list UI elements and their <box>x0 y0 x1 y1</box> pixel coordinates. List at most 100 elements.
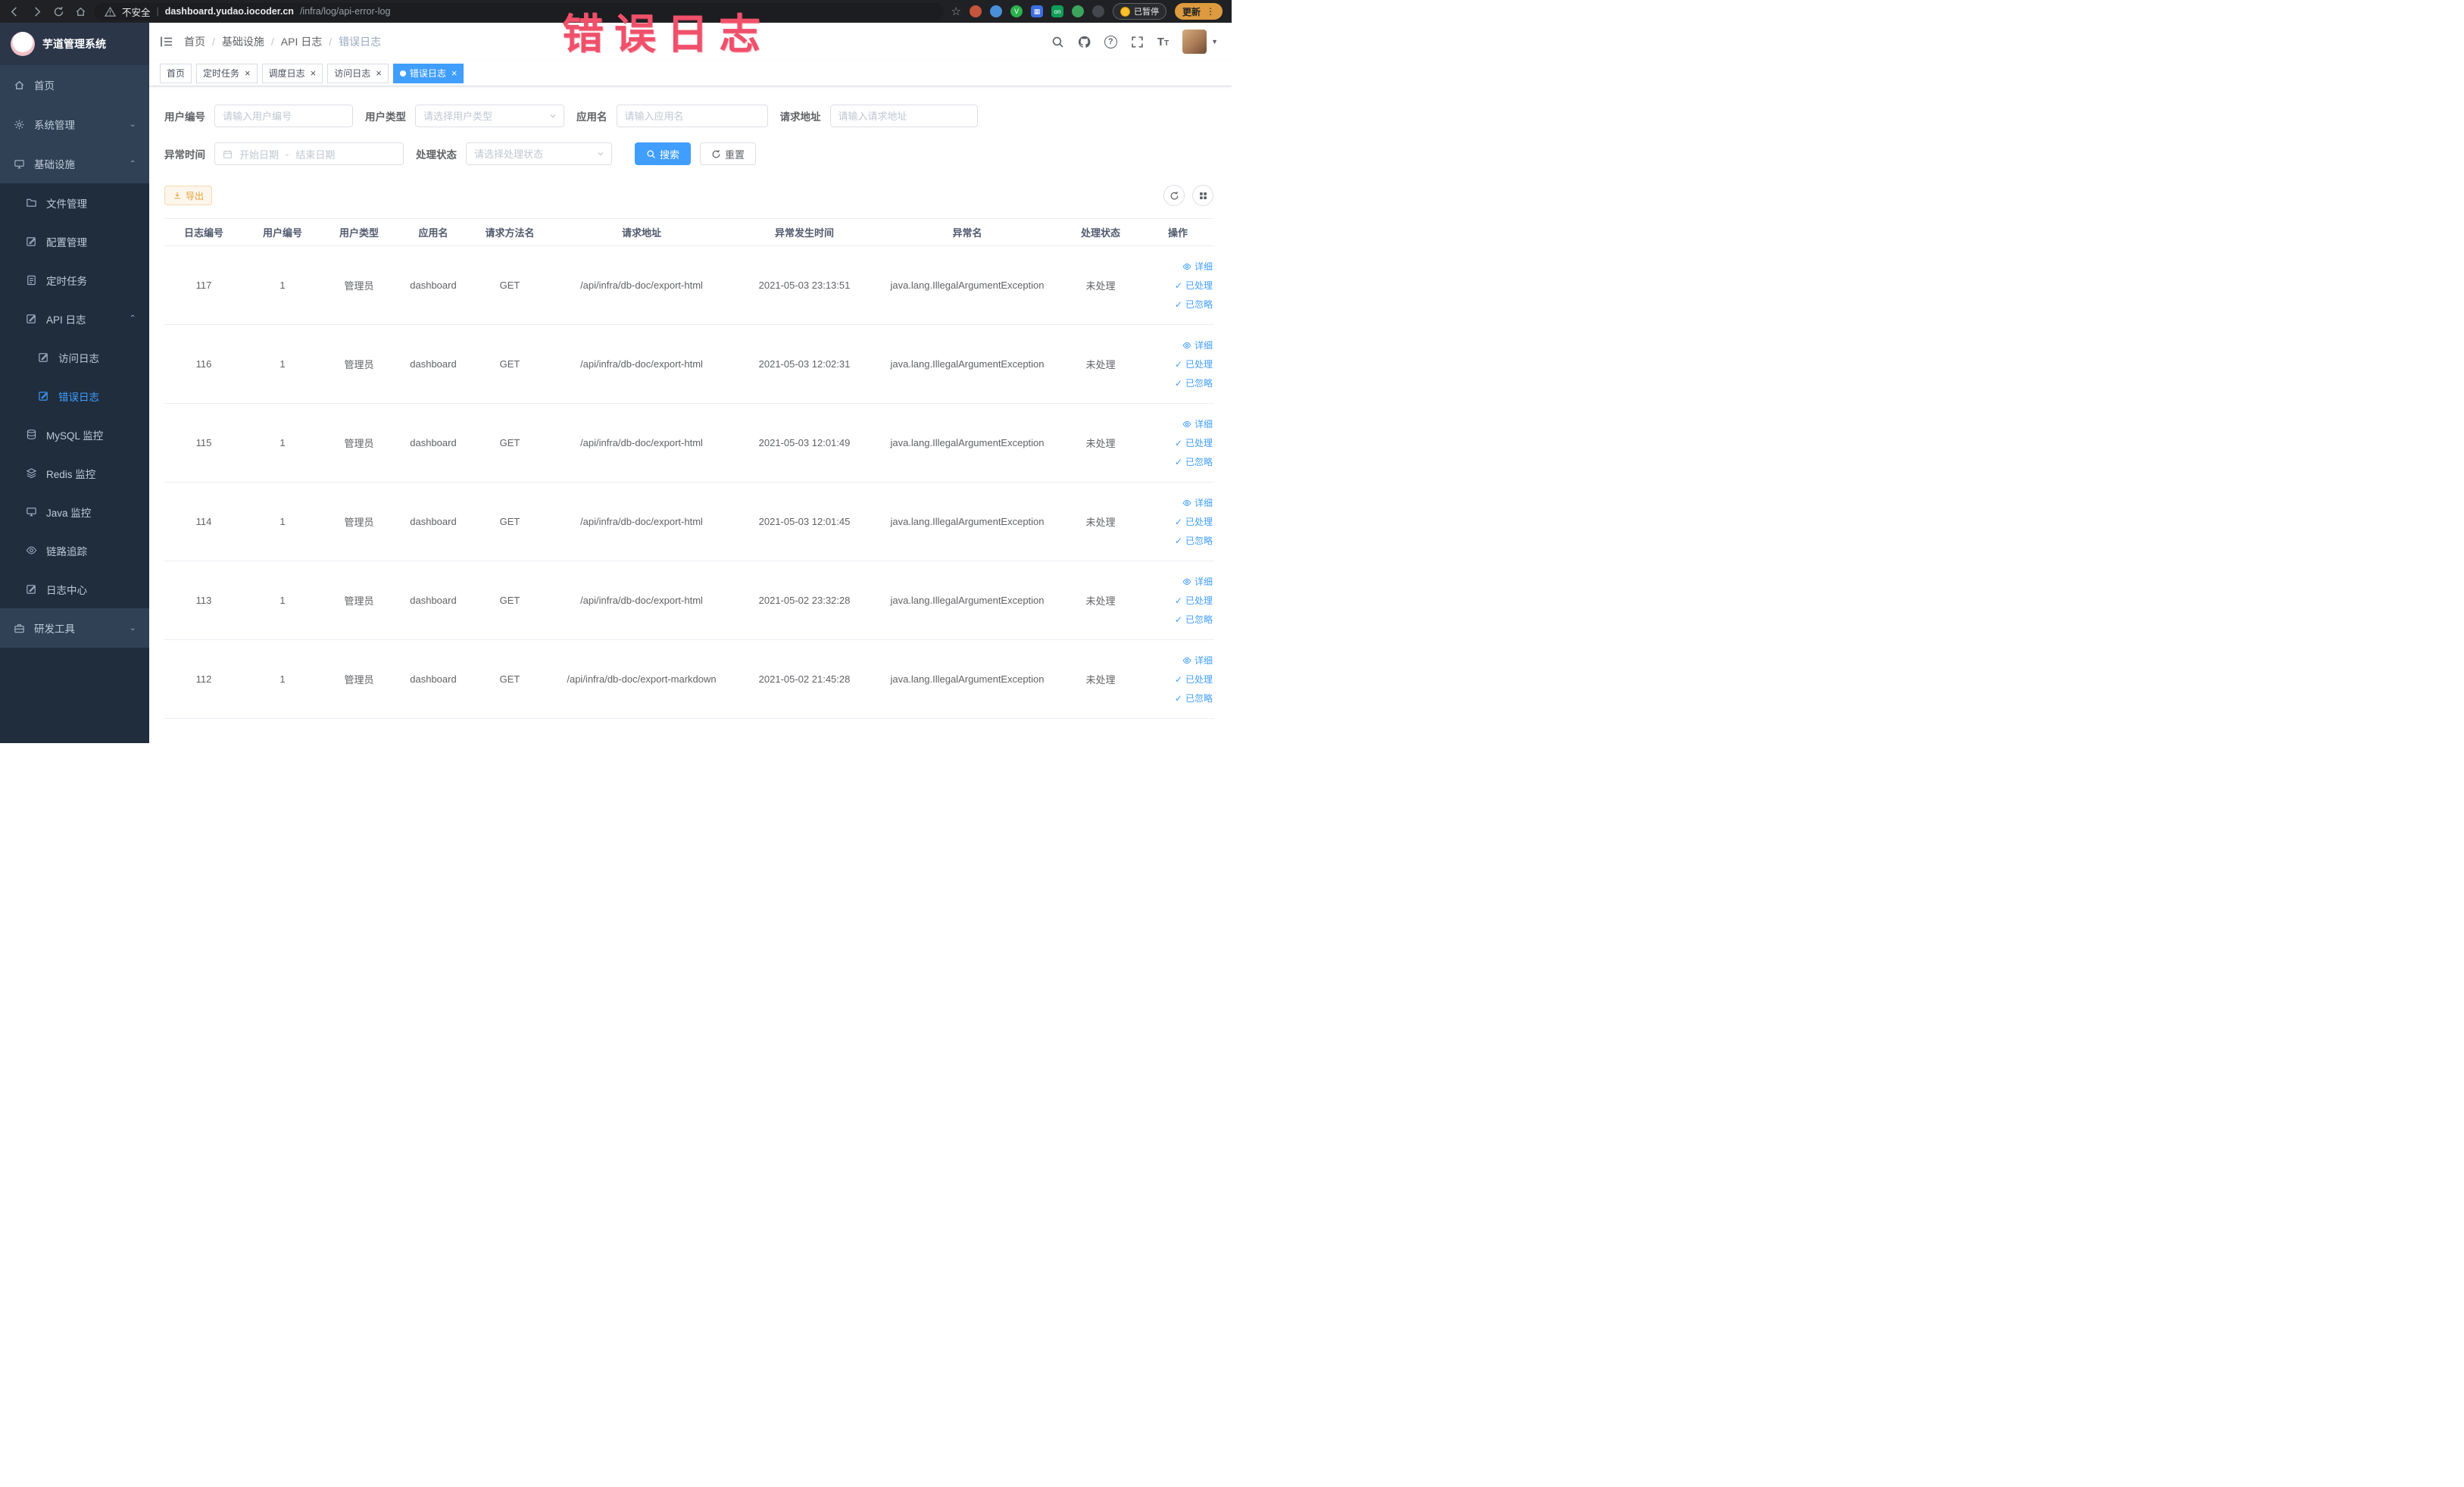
back-icon[interactable] <box>9 6 20 17</box>
address-bar[interactable]: 不安全 | dashboard.yudao.iocoder.cn/infra/l… <box>94 2 944 20</box>
user-type-select[interactable] <box>415 105 564 127</box>
cell-exception: java.lang.IllegalArgumentException <box>875 245 1060 325</box>
close-icon[interactable]: × <box>376 68 382 78</box>
tab[interactable]: 调度日志 × <box>261 63 323 83</box>
reset-button[interactable]: 重置 <box>700 142 757 165</box>
action-processed[interactable]: ✓ 已处理 <box>1145 433 1213 452</box>
sidebar-item-mysql[interactable]: MySQL 监控 <box>0 415 149 454</box>
export-button[interactable]: 导出 <box>164 186 213 205</box>
user-menu[interactable]: ▼ <box>1182 30 1218 54</box>
action-ignored[interactable]: ✓ 已忽略 <box>1145 373 1213 392</box>
tab[interactable]: 定时任务 × <box>196 63 258 83</box>
extension-on-icon[interactable]: on <box>1051 5 1063 17</box>
app-name-input[interactable] <box>616 105 768 127</box>
action-ignored[interactable]: ✓ 已忽略 <box>1145 610 1213 629</box>
warning-icon <box>105 6 116 17</box>
divider: | <box>156 6 159 17</box>
forward-icon[interactable] <box>31 6 42 17</box>
request-url-label: 请求地址 <box>779 111 821 123</box>
date-range-picker[interactable]: 开始日期 - 结束日期 <box>214 142 404 165</box>
font-size-icon[interactable]: TT <box>1157 36 1169 48</box>
cell-method: GET <box>470 561 549 640</box>
sidebar-item-api-log[interactable]: API 日志 ⌃ <box>0 299 149 338</box>
process-status-select[interactable] <box>466 142 612 165</box>
sidebar-item-job[interactable]: 定时任务 <box>0 261 149 299</box>
action-processed[interactable]: ✓ 已处理 <box>1145 276 1213 295</box>
extension-icon-1[interactable] <box>969 5 982 17</box>
logo[interactable]: 芋道管理系统 <box>0 23 149 65</box>
sidebar-item-config-manage[interactable]: 配置管理 <box>0 222 149 261</box>
cell-actions: 详细 ✓ 已处理 ✓ 已忽略 <box>1141 403 1214 483</box>
action-detail[interactable]: 详细 <box>1145 493 1213 512</box>
search-button[interactable]: 搜索 <box>635 142 692 165</box>
action-ignored[interactable]: ✓ 已忽略 <box>1145 531 1213 550</box>
calendar-icon <box>223 149 233 159</box>
refresh-button[interactable] <box>1163 185 1185 206</box>
action-processed[interactable]: ✓ 已处理 <box>1145 591 1213 610</box>
close-icon[interactable]: × <box>245 68 251 78</box>
extension-grid-icon[interactable]: ▦ <box>1030 5 1043 17</box>
update-button[interactable]: 更新 ⋮ <box>1174 3 1223 20</box>
check-icon: ✓ <box>1174 298 1182 310</box>
sidebar-item-log-center[interactable]: 日志中心 <box>0 570 149 608</box>
fullscreen-icon[interactable] <box>1131 36 1144 48</box>
sidebar-item-dev-tools[interactable]: 研发工具 ⌄ <box>0 608 149 648</box>
task-list-icon <box>26 274 37 286</box>
action-detail[interactable]: 详细 <box>1145 572 1213 591</box>
search-icon[interactable] <box>1051 36 1064 48</box>
action-processed[interactable]: ✓ 已处理 <box>1145 355 1213 373</box>
sidebar-item-system[interactable]: 系统管理 ⌄ <box>0 105 149 144</box>
action-detail[interactable]: 详细 <box>1145 257 1213 276</box>
breadcrumb-item[interactable]: 首页 <box>184 34 205 49</box>
browser-menu-icon[interactable]: ⋮ <box>1206 6 1215 17</box>
sidebar-item-home[interactable]: 首页 <box>0 65 149 105</box>
sidebar-item-trace[interactable]: 链路追踪 <box>0 531 149 570</box>
help-icon[interactable]: ? <box>1104 35 1117 48</box>
action-ignored[interactable]: ✓ 已忽略 <box>1145 452 1213 471</box>
close-icon[interactable]: × <box>451 68 458 78</box>
cell-url: /api/infra/db-doc/export-html <box>549 561 734 640</box>
github-icon[interactable] <box>1078 36 1091 48</box>
extension-icon-2[interactable] <box>989 5 1002 17</box>
tab[interactable]: 错误日志 × <box>392 63 464 83</box>
breadcrumb-item[interactable]: API 日志 <box>281 34 322 49</box>
sidebar-item-file-manage[interactable]: 文件管理 <box>0 183 149 222</box>
reload-icon[interactable] <box>53 6 64 17</box>
edit-icon <box>26 236 37 247</box>
sidebar: 芋道管理系统 首页 系统管理 ⌄ 基础设施 ⌃ 文件管理 配置管理 定时任务 A… <box>0 23 149 743</box>
close-icon[interactable]: × <box>311 68 317 78</box>
paused-badge[interactable]: 已暂停 <box>1112 3 1166 20</box>
request-url-input[interactable] <box>829 105 978 127</box>
extension-icon-5[interactable] <box>1091 5 1104 17</box>
action-detail[interactable]: 详细 <box>1145 651 1213 670</box>
cell-status: 未处理 <box>1060 639 1141 719</box>
hamburger-icon[interactable] <box>160 35 173 48</box>
action-processed[interactable]: ✓ 已处理 <box>1145 670 1213 689</box>
tab[interactable]: 首页 <box>160 63 192 83</box>
action-ignored[interactable]: ✓ 已忽略 <box>1145 295 1213 314</box>
top-header: 首页 / 基础设施 / API 日志 / 错误日志 ? TT ▼ <box>149 23 1232 61</box>
cell-user-id: 1 <box>243 324 322 404</box>
cell-log-id: 115 <box>164 403 243 483</box>
column-settings-button[interactable] <box>1192 185 1213 206</box>
cell-actions: 详细 ✓ 已处理 ✓ 已忽略 <box>1141 482 1214 561</box>
sidebar-item-error-log[interactable]: 错误日志 <box>0 376 149 415</box>
breadcrumb-item[interactable]: 基础设施 <box>222 34 264 49</box>
action-detail[interactable]: 详细 <box>1145 414 1213 433</box>
action-processed[interactable]: ✓ 已处理 <box>1145 512 1213 531</box>
bookmark-star-icon[interactable]: ☆ <box>951 6 961 17</box>
user-id-input[interactable] <box>214 105 353 127</box>
extension-icon-4[interactable] <box>1071 5 1084 17</box>
cell-actions: 详细 ✓ 已处理 ✓ 已忽略 <box>1141 561 1214 640</box>
exception-time-label: 异常时间 <box>164 149 205 161</box>
sidebar-item-access-log[interactable]: 访问日志 <box>0 338 149 376</box>
sidebar-item-java[interactable]: Java 监控 <box>0 492 149 531</box>
action-ignored[interactable]: ✓ 已忽略 <box>1145 689 1213 708</box>
action-detail[interactable]: 详细 <box>1145 336 1213 355</box>
chevron-down-icon: ⌄ <box>128 623 136 633</box>
extension-icon-3[interactable]: V <box>1010 5 1023 17</box>
sidebar-item-redis[interactable]: Redis 监控 <box>0 454 149 492</box>
sidebar-item-infra[interactable]: 基础设施 ⌃ <box>0 144 149 183</box>
home-icon[interactable] <box>75 6 86 17</box>
tab[interactable]: 访问日志 × <box>327 63 389 83</box>
